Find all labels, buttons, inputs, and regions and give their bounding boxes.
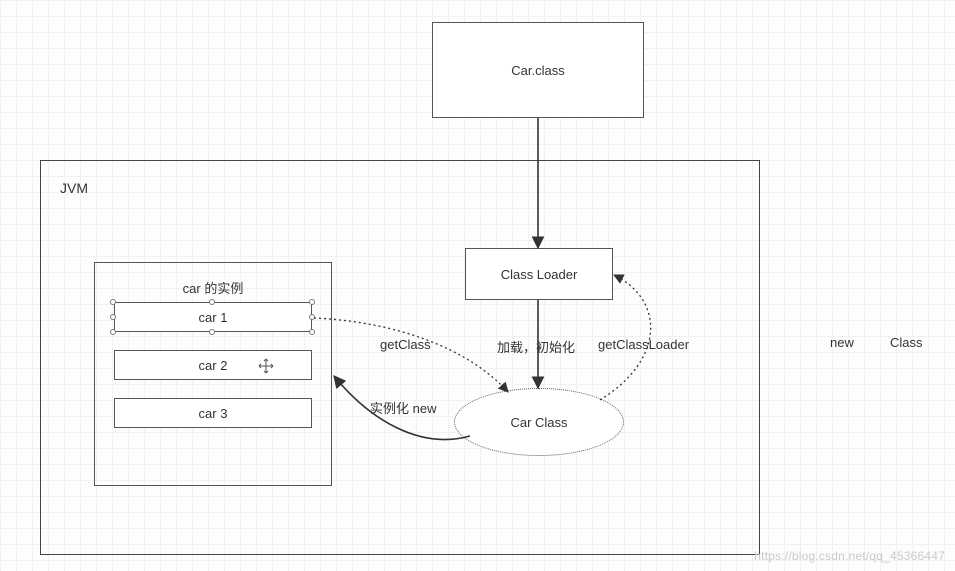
node-label: Car Class [510,415,567,430]
node-label: car 2 [199,358,228,373]
jvm-label: JVM [60,180,88,196]
selection-handle-icon [110,329,116,335]
selection-handle-icon [309,299,315,305]
node-instance-car3[interactable]: car 3 [114,398,312,428]
diagram-canvas: Car.class JVM Class Loader car 的实例 car 1… [0,0,955,571]
edge-label-load-init: 加载，初始化 [497,337,575,356]
node-car-class-ellipse[interactable]: Car Class [454,388,624,456]
text-new: new [830,335,854,350]
selection-handle-icon [309,314,315,320]
selection-handle-icon [110,314,116,320]
edge-label-getclassloader: getClassLoader [598,337,689,352]
node-class-loader[interactable]: Class Loader [465,248,613,300]
watermark: https://blog.csdn.net/qq_45366447 [754,549,945,563]
node-label: Car.class [511,63,564,78]
edge-label-instantiate: 实例化 new [370,398,436,417]
text-class: Class [890,335,923,350]
selection-handle-icon [209,299,215,305]
node-instance-car2[interactable]: car 2 [114,350,312,380]
node-label: car 3 [199,406,228,421]
edge-label-getclass: getClass [380,337,431,352]
selection-handle-icon [110,299,116,305]
selection-handle-icon [309,329,315,335]
node-label: Class Loader [501,267,578,282]
node-label: car 1 [199,310,228,325]
selection-handle-icon [209,329,215,335]
node-car-class-file[interactable]: Car.class [432,22,644,118]
node-instance-car1[interactable]: car 1 [114,302,312,332]
instances-title: car 的实例 [168,278,258,297]
